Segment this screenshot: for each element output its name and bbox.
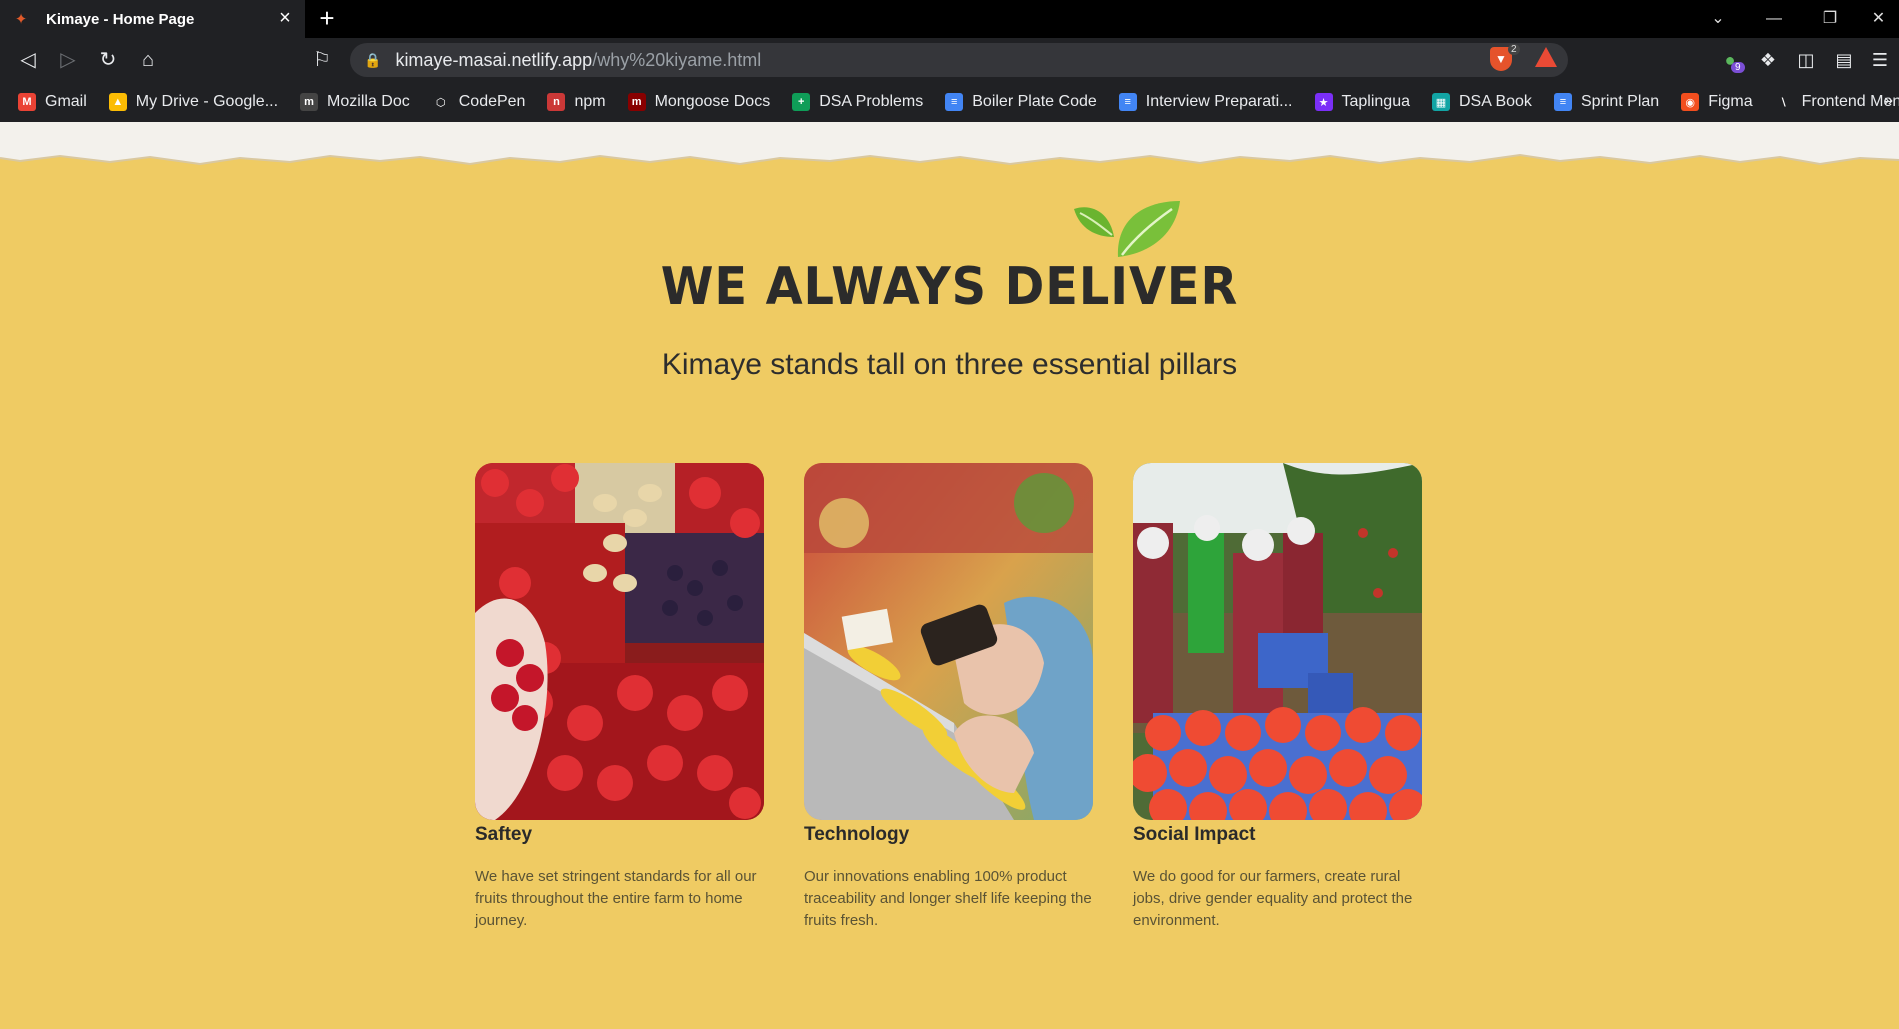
wallet-icon[interactable]: ▤ bbox=[1830, 46, 1858, 74]
cherries-and-grapes-photo bbox=[475, 463, 764, 820]
bookmark-item[interactable]: n npm bbox=[547, 93, 606, 111]
toolbar: ◁ ▷ ↻ ⌂ ⚐ 🔒 kimaye-masai.netlify.app/why… bbox=[0, 38, 1899, 82]
npm-icon: n bbox=[547, 93, 566, 111]
bookmark-label: Sprint Plan bbox=[1580, 93, 1660, 110]
pillar-description: We have set stringent standards for all … bbox=[475, 868, 757, 929]
bookmark-item[interactable]: m Mongoose Docs bbox=[627, 93, 771, 111]
bookmark-item[interactable]: ▦ DSA Book bbox=[1432, 93, 1532, 111]
book-icon: ▦ bbox=[1432, 93, 1450, 111]
new-tab-button[interactable]: + bbox=[305, 0, 349, 38]
bookmark-item[interactable]: ⬡ CodePen bbox=[432, 93, 526, 111]
bookmark-item[interactable]: M Gmail bbox=[18, 93, 87, 111]
bookmark-label: DSA Book bbox=[1459, 93, 1532, 110]
tab-search-icon[interactable]: ⌄ bbox=[1690, 0, 1746, 38]
close-window-icon[interactable]: ✕ bbox=[1858, 0, 1899, 38]
more-bookmarks-icon[interactable]: » bbox=[1884, 92, 1893, 110]
reload-icon[interactable]: ↻ bbox=[88, 40, 128, 80]
pillar-card-technology: Technology Our innovations enabling 100%… bbox=[804, 463, 1104, 932]
bookmark-item[interactable]: ≡ Interview Preparati... bbox=[1118, 93, 1293, 111]
docs-icon: ≡ bbox=[945, 93, 964, 111]
bookmark-item[interactable]: ▲ My Drive - Google... bbox=[108, 93, 279, 111]
sidebar-icon[interactable]: ◫ bbox=[1792, 46, 1820, 74]
torn-paper-edge bbox=[0, 122, 1899, 166]
pillar-card-safety: Saftey We have set stringent standards f… bbox=[475, 463, 775, 932]
bookmark-label: DSA Problems bbox=[819, 93, 924, 110]
active-tab[interactable]: ✦ Kimaye - Home Page × bbox=[0, 0, 305, 38]
url-host: kimaye-masai.netlify.app bbox=[395, 49, 593, 70]
bookmark-label: Interview Preparati... bbox=[1145, 93, 1293, 110]
menu-icon[interactable]: ☰ bbox=[1866, 46, 1894, 74]
tab-close-icon[interactable]: × bbox=[275, 8, 295, 28]
bookmark-item[interactable]: ≡ Boiler Plate Code bbox=[945, 93, 1097, 111]
codepen-icon: ⬡ bbox=[435, 96, 446, 109]
shield-count-badge: 2 bbox=[1508, 44, 1520, 55]
mongoose-icon: m bbox=[627, 93, 646, 111]
pomegranate-harvest-photo bbox=[1133, 463, 1422, 820]
bookmark-item[interactable]: ◉ Figma bbox=[1681, 93, 1753, 111]
bookmark-label: Taplingua bbox=[1341, 93, 1411, 110]
url-path: /why%20kiyame.html bbox=[592, 49, 762, 70]
bookmark-label: npm bbox=[574, 93, 606, 110]
sprint-icon: ≡ bbox=[1553, 93, 1572, 111]
bookmark-page-icon[interactable]: ⚐ bbox=[302, 40, 342, 80]
brave-rewards-icon[interactable] bbox=[1535, 47, 1557, 67]
bookmark-label: Gmail bbox=[45, 93, 87, 110]
bookmark-item[interactable]: m Mozilla Doc bbox=[300, 93, 410, 111]
leaves-icon bbox=[1074, 201, 1180, 257]
bookmark-item[interactable]: ★ Taplingua bbox=[1314, 93, 1411, 111]
bookmark-label: Boiler Plate Code bbox=[972, 93, 1097, 110]
extension-badge: 9 bbox=[1731, 62, 1745, 73]
bookmark-label: My Drive - Google... bbox=[135, 93, 279, 110]
page-content: WE ALWAYS DELIVER Kimaye stands tall on … bbox=[0, 122, 1899, 1029]
docs-icon: ≡ bbox=[1118, 93, 1137, 111]
page-title: WE ALWAYS DELIVER bbox=[660, 257, 1239, 317]
tab-strip: ✦ Kimaye - Home Page × + ⌄ — ❐ ✕ bbox=[0, 0, 1899, 38]
kimaye-favicon-icon: ✦ bbox=[14, 11, 28, 28]
page-subtitle: Kimaye stands tall on three essential pi… bbox=[661, 348, 1238, 381]
phone-scan-at-market-photo bbox=[804, 463, 1093, 820]
star-icon: ★ bbox=[1314, 93, 1333, 111]
mdn-icon: m bbox=[300, 93, 319, 111]
bookmark-item[interactable]: + DSA Problems bbox=[792, 93, 923, 111]
pillar-description: We do good for our farmers, create rural… bbox=[1133, 868, 1413, 929]
drive-icon: ▲ bbox=[108, 93, 127, 111]
bookmarks-bar: M Gmail ▲ My Drive - Google... m Mozilla Doc ⬡… bbox=[0, 82, 1899, 122]
home-icon[interactable]: ⌂ bbox=[128, 40, 168, 80]
frontend-mentor-icon: ∖ bbox=[1779, 96, 1788, 109]
bookmark-label: Mozilla Doc bbox=[327, 93, 410, 110]
bookmark-label: CodePen bbox=[458, 93, 526, 110]
pillar-title: Saftey bbox=[475, 824, 533, 845]
forward-icon[interactable]: ▷ bbox=[48, 40, 88, 80]
address-bar[interactable]: 🔒 kimaye-masai.netlify.app/why%20kiyame.… bbox=[350, 43, 1568, 77]
bookmark-label: Figma bbox=[1708, 93, 1753, 110]
restore-icon[interactable]: ❐ bbox=[1802, 0, 1858, 38]
gmail-icon: M bbox=[18, 93, 36, 111]
tab-title: Kimaye - Home Page bbox=[46, 10, 195, 28]
minimize-icon[interactable]: — bbox=[1746, 0, 1802, 38]
back-icon[interactable]: ◁ bbox=[8, 40, 48, 80]
pillar-description: Our innovations enabling 100% product tr… bbox=[804, 868, 1092, 929]
sheets-icon: + bbox=[792, 93, 811, 111]
figma-icon: ◉ bbox=[1681, 93, 1700, 111]
bookmark-item[interactable]: ≡ Sprint Plan bbox=[1553, 93, 1660, 111]
pillar-title: Social Impact bbox=[1133, 824, 1256, 845]
bookmark-item[interactable]: ∖Frontend Mentor bbox=[1775, 93, 1899, 111]
lock-icon: 🔒 bbox=[364, 51, 382, 68]
extensions-puzzle-icon[interactable]: ❖ bbox=[1754, 46, 1782, 74]
bookmark-label: Mongoose Docs bbox=[654, 93, 771, 110]
pillar-title: Technology bbox=[804, 824, 910, 845]
pillar-card-social-impact: Social Impact We do good for our farmers… bbox=[1133, 463, 1433, 932]
